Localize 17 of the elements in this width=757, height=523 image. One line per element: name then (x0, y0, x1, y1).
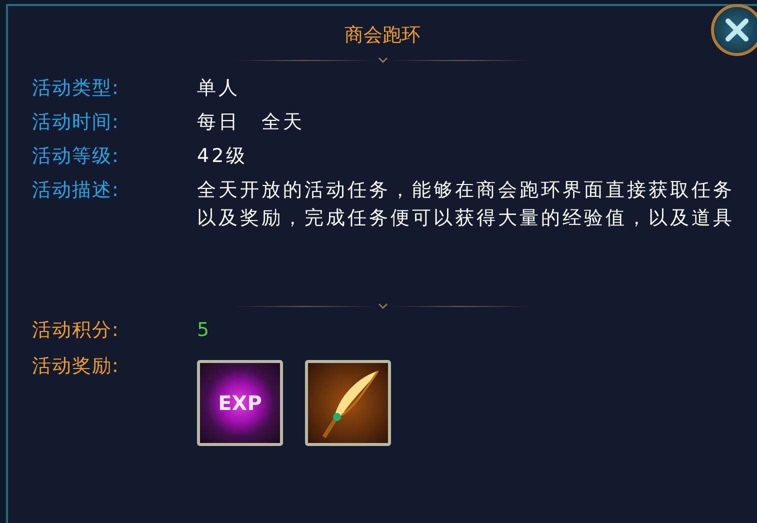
field-label: 活动类型: (32, 76, 120, 101)
chevron-icon (376, 302, 388, 310)
field-value: 单人 (197, 76, 241, 101)
field-label: 活动描述: (32, 178, 120, 203)
reward-label: 活动奖励: (32, 354, 120, 379)
close-icon (724, 17, 750, 43)
exp-orb-item[interactable]: EXP (197, 360, 283, 446)
field-label: 活动时间: (32, 110, 120, 135)
chevron-icon (376, 56, 388, 64)
field-value: 每日 全天 (197, 110, 306, 135)
score-label: 活动积分: (32, 318, 120, 343)
window-title: 商会跑环 (344, 23, 422, 48)
feather-item[interactable] (305, 360, 391, 446)
field-label: 活动等级: (32, 144, 120, 169)
field-value: 42级 (197, 144, 249, 169)
field-value: 全天开放的活动任务，能够在商会跑环界面直接获取任务以及奖励，完成任务便可以获得大量的经验值，以及道具 (197, 178, 736, 231)
score-value: 5 (197, 318, 213, 343)
